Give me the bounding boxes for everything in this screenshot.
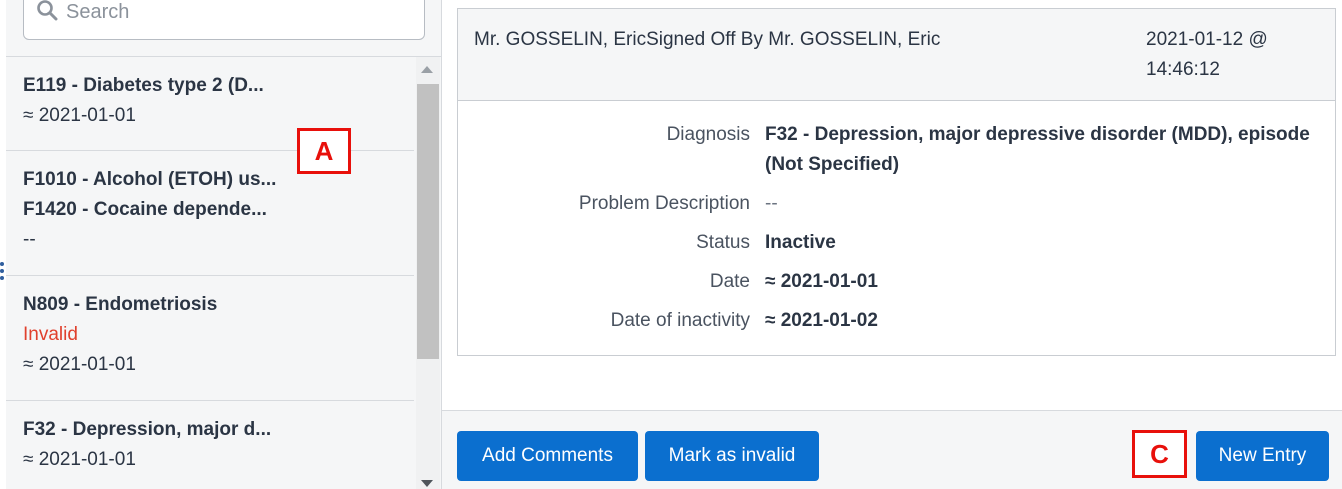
diagnosis-value-cont: (Not Specified) <box>765 154 900 175</box>
diagnosis-value: F32 - Depression, major depressive disor… <box>765 124 1310 145</box>
resize-handle-icon[interactable] <box>0 262 4 284</box>
callout-c: C <box>1132 430 1187 478</box>
item-date: ≈ 2021-01-01 <box>23 449 136 470</box>
item-code: E119 - Diabetes type 2 (D... <box>23 75 264 96</box>
list-item[interactable]: E119 - Diabetes type 2 (D... ≈ 2021-01-0… <box>6 57 414 151</box>
date-of-inactivity-label: Date of inactivity <box>610 310 750 331</box>
status-value: Inactive <box>765 232 836 253</box>
invalid-status: Invalid <box>23 324 78 345</box>
list-item[interactable]: F1010 - Alcohol (ETOH) us... F1420 - Coc… <box>6 151 414 276</box>
item-code: F1420 - Cocaine depende... <box>23 199 267 220</box>
signed-by-text: Mr. GOSSELIN, EricSigned Off By Mr. GOSS… <box>474 29 941 50</box>
scroll-up-icon[interactable] <box>421 66 433 73</box>
item-date: ≈ 2021-01-01 <box>23 354 136 375</box>
search-box[interactable] <box>23 0 425 40</box>
item-code: F32 - Depression, major d... <box>23 419 272 440</box>
card-header: Mr. GOSSELIN, EricSigned Off By Mr. GOSS… <box>458 9 1335 101</box>
date-value: ≈ 2021-01-01 <box>765 271 878 292</box>
list-item[interactable]: N809 - Endometriosis Invalid ≈ 2021-01-0… <box>6 276 414 401</box>
detail-card: Mr. GOSSELIN, EricSigned Off By Mr. GOSS… <box>457 8 1336 356</box>
new-entry-button[interactable]: New Entry <box>1196 431 1329 481</box>
status-label: Status <box>696 232 750 253</box>
timestamp-date: 2021-01-12 @ <box>1146 29 1268 50</box>
add-comments-button[interactable]: Add Comments <box>457 431 638 481</box>
diagnosis-label: Diagnosis <box>666 124 750 145</box>
list-item[interactable]: F32 - Depression, major d... ≈ 2021-01-0… <box>6 401 414 489</box>
action-bar: Add Comments Mark as invalid New Entry <box>442 410 1342 489</box>
item-code: N809 - Endometriosis <box>23 294 218 315</box>
item-date: ≈ 2021-01-01 <box>23 105 136 126</box>
date-of-inactivity-value: ≈ 2021-01-02 <box>765 310 878 331</box>
mark-as-invalid-button[interactable]: Mark as invalid <box>645 431 819 481</box>
item-date: -- <box>23 229 36 250</box>
item-code: F1010 - Alcohol (ETOH) us... <box>23 169 277 190</box>
timestamp-time: 14:46:12 <box>1146 59 1220 80</box>
problem-list-panel: E119 - Diabetes type 2 (D... ≈ 2021-01-0… <box>6 0 442 489</box>
problem-description-label: Problem Description <box>578 193 750 214</box>
scrollbar[interactable] <box>416 57 440 489</box>
search-icon <box>37 0 58 21</box>
scroll-thumb[interactable] <box>417 84 439 359</box>
scroll-down-icon[interactable] <box>421 480 433 487</box>
callout-a: A <box>297 128 351 174</box>
problem-description-value: -- <box>765 193 778 214</box>
date-label: Date <box>709 271 750 292</box>
search-input[interactable] <box>66 0 406 25</box>
